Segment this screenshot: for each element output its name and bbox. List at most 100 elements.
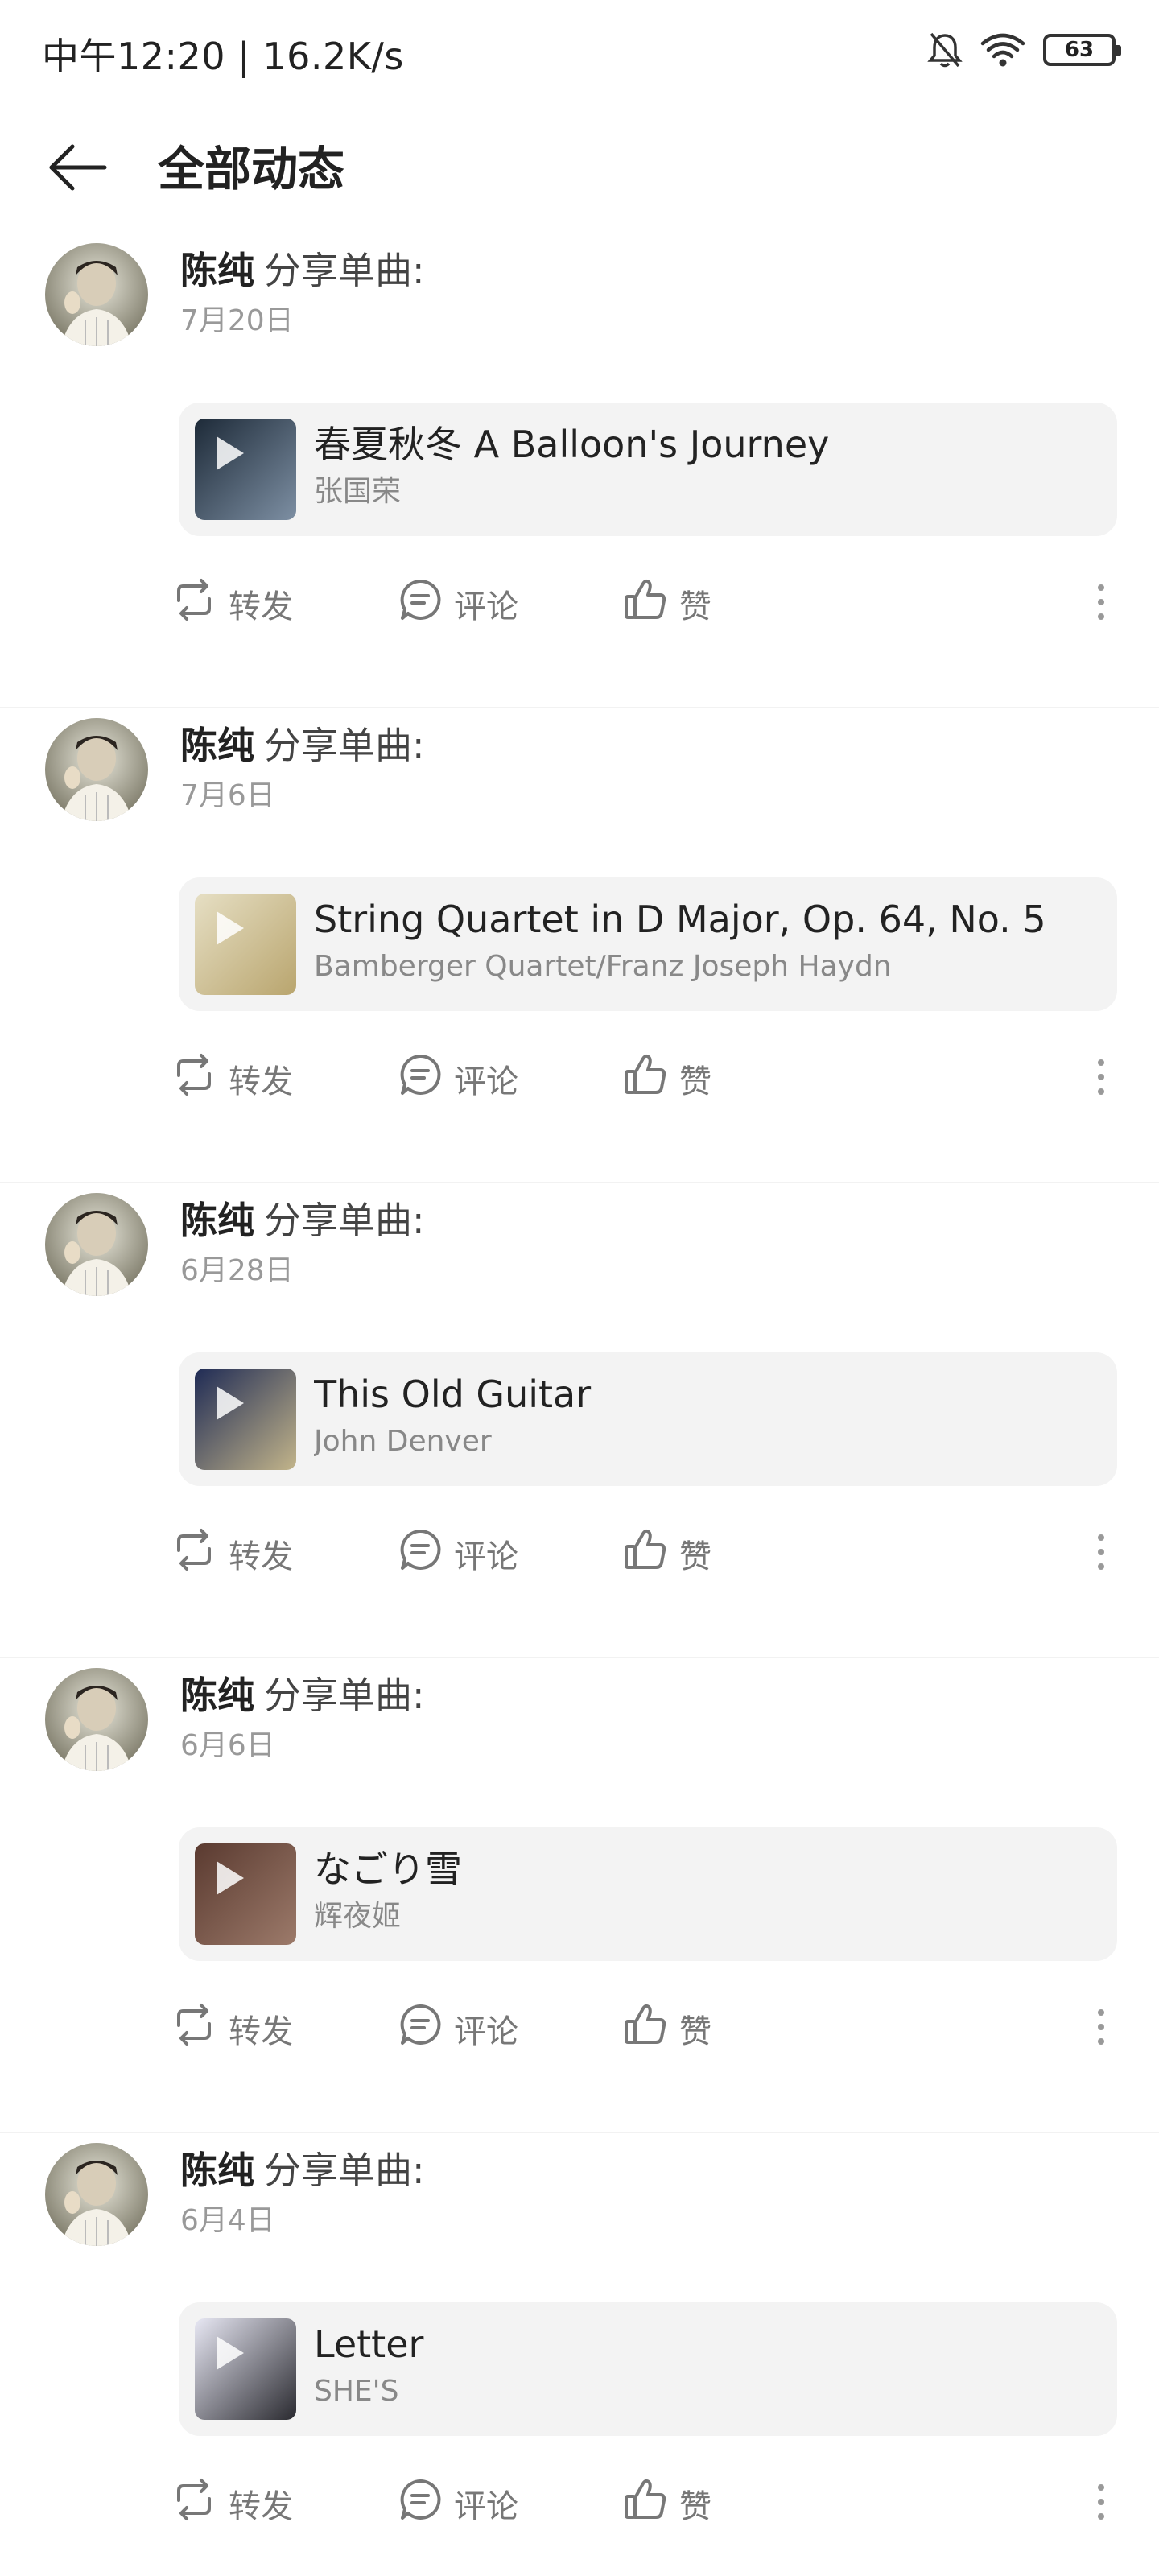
song-artist: 辉夜姬 <box>314 1900 402 1933</box>
share-button[interactable]: 转发 <box>171 1046 293 1111</box>
thumbs-up-icon <box>623 2477 668 2530</box>
author-name[interactable]: 陈纯 <box>180 1199 254 1242</box>
post-header: 陈纯 分享单曲: <box>180 1196 425 1245</box>
post-action-text: 分享单曲: <box>264 2149 425 2192</box>
song-card[interactable]: String Quartet in D Major, Op. 64, No. 5… <box>179 877 1117 1011</box>
thumbs-up-icon <box>623 2002 668 2055</box>
share-label: 转发 <box>229 2013 293 2050</box>
comment-label: 评论 <box>454 2488 518 2525</box>
share-label: 转发 <box>229 1063 293 1100</box>
comment-button[interactable]: 评论 <box>398 572 518 636</box>
comment-button[interactable]: 评论 <box>398 1521 518 1586</box>
post-actions: 转发 评论 赞 <box>0 1996 1159 2061</box>
share-label: 转发 <box>229 2488 293 2525</box>
repost-icon <box>171 2478 217 2529</box>
play-icon[interactable] <box>179 2302 280 2404</box>
repost-icon <box>171 1053 217 1104</box>
like-button[interactable]: 赞 <box>623 1521 711 1586</box>
feed-post: 陈纯 分享单曲: 6月6日 なごり雪 辉夜姬 转发 评论 赞 <box>0 1657 1159 2133</box>
thumbs-up-icon <box>623 577 668 630</box>
share-button[interactable]: 转发 <box>171 1996 293 2061</box>
post-date: 7月6日 <box>180 779 275 812</box>
song-title: 春夏秋冬 A Balloon's Journey <box>314 423 830 466</box>
song-card[interactable]: なごり雪 辉夜姬 <box>179 1827 1117 1961</box>
post-actions: 转发 评论 赞 <box>0 2471 1159 2536</box>
play-icon[interactable] <box>179 402 280 504</box>
post-date: 6月4日 <box>180 2204 275 2237</box>
song-card[interactable]: This Old Guitar John Denver <box>179 1352 1117 1486</box>
comment-icon <box>398 1052 443 1105</box>
like-button[interactable]: 赞 <box>623 572 711 636</box>
more-options-button[interactable] <box>1085 1046 1117 1111</box>
share-button[interactable]: 转发 <box>171 1521 293 1586</box>
avatar[interactable] <box>45 243 148 346</box>
comment-button[interactable]: 评论 <box>398 2471 518 2536</box>
comment-icon <box>398 2002 443 2055</box>
song-card[interactable]: Letter SHE'S <box>179 2302 1117 2436</box>
comment-icon <box>398 577 443 630</box>
comment-label: 评论 <box>454 2013 518 2050</box>
more-vertical-icon <box>1096 2483 1106 2524</box>
repost-icon <box>171 2003 217 2054</box>
post-header: 陈纯 分享单曲: <box>180 2146 425 2194</box>
like-button[interactable]: 赞 <box>623 2471 711 2536</box>
feed-post: 陈纯 分享单曲: 7月6日 String Quartet in D Major, … <box>0 707 1159 1183</box>
status-bar: 中午12:20 | 16.2K/s 63 <box>0 0 1159 97</box>
share-button[interactable]: 转发 <box>171 572 293 636</box>
share-label: 转发 <box>229 1538 293 1575</box>
more-vertical-icon <box>1096 2008 1106 2050</box>
feed-post: 陈纯 分享单曲: 7月20日 春夏秋冬 A Balloon's Journey 张… <box>0 233 1159 708</box>
back-button[interactable] <box>39 137 116 201</box>
repost-icon <box>171 578 217 630</box>
like-label: 赞 <box>679 2488 711 2525</box>
like-label: 赞 <box>679 588 711 625</box>
play-icon[interactable] <box>179 1827 280 1929</box>
thumbs-up-icon <box>623 1527 668 1580</box>
post-header: 陈纯 分享单曲: <box>180 246 425 295</box>
more-options-button[interactable] <box>1085 1521 1117 1586</box>
more-vertical-icon <box>1096 583 1106 625</box>
song-title: This Old Guitar <box>314 1373 592 1416</box>
comment-icon <box>398 1527 443 1580</box>
page-title: 全部动态 <box>158 142 345 196</box>
more-options-button[interactable] <box>1085 1996 1117 2061</box>
song-title: Letter <box>314 2322 424 2366</box>
post-actions: 转发 评论 赞 <box>0 572 1159 636</box>
song-artist: 张国荣 <box>314 475 402 508</box>
like-button[interactable]: 赞 <box>623 1996 711 2061</box>
avatar[interactable] <box>45 718 148 821</box>
post-header: 陈纯 分享单曲: <box>180 1671 425 1719</box>
author-name[interactable]: 陈纯 <box>180 724 254 767</box>
status-time-speed: 中午12:20 | 16.2K/s <box>42 35 404 78</box>
song-artist: Bamberger Quartet/Franz Joseph Haydn <box>314 950 892 983</box>
more-options-button[interactable] <box>1085 572 1117 636</box>
post-actions: 转发 评论 赞 <box>0 1046 1159 1111</box>
arrow-left-icon <box>47 143 108 195</box>
song-artist: SHE'S <box>314 2375 399 2408</box>
play-icon[interactable] <box>179 877 280 979</box>
more-options-button[interactable] <box>1085 2471 1117 2536</box>
avatar[interactable] <box>45 2143 148 2246</box>
like-button[interactable]: 赞 <box>623 1046 711 1111</box>
post-actions: 转发 评论 赞 <box>0 1521 1159 1586</box>
author-name[interactable]: 陈纯 <box>180 1674 254 1717</box>
post-date: 7月20日 <box>180 304 294 337</box>
more-vertical-icon <box>1096 1533 1106 1575</box>
comment-icon <box>398 2477 443 2530</box>
post-header: 陈纯 分享单曲: <box>180 721 425 770</box>
post-action-text: 分享单曲: <box>264 1199 425 1242</box>
song-card[interactable]: 春夏秋冬 A Balloon's Journey 张国荣 <box>179 402 1117 536</box>
author-name[interactable]: 陈纯 <box>180 249 254 292</box>
share-button[interactable]: 转发 <box>171 2471 293 2536</box>
author-name[interactable]: 陈纯 <box>180 2149 254 2192</box>
thumbs-up-icon <box>623 1052 668 1105</box>
comment-button[interactable]: 评论 <box>398 1046 518 1111</box>
comment-button[interactable]: 评论 <box>398 1996 518 2061</box>
post-date: 6月6日 <box>180 1729 275 1762</box>
wifi-icon <box>980 32 1025 68</box>
song-title: String Quartet in D Major, Op. 64, No. 5 <box>314 898 1046 941</box>
avatar[interactable] <box>45 1668 148 1771</box>
comment-label: 评论 <box>454 1063 518 1100</box>
play-icon[interactable] <box>179 1352 280 1454</box>
avatar[interactable] <box>45 1193 148 1296</box>
